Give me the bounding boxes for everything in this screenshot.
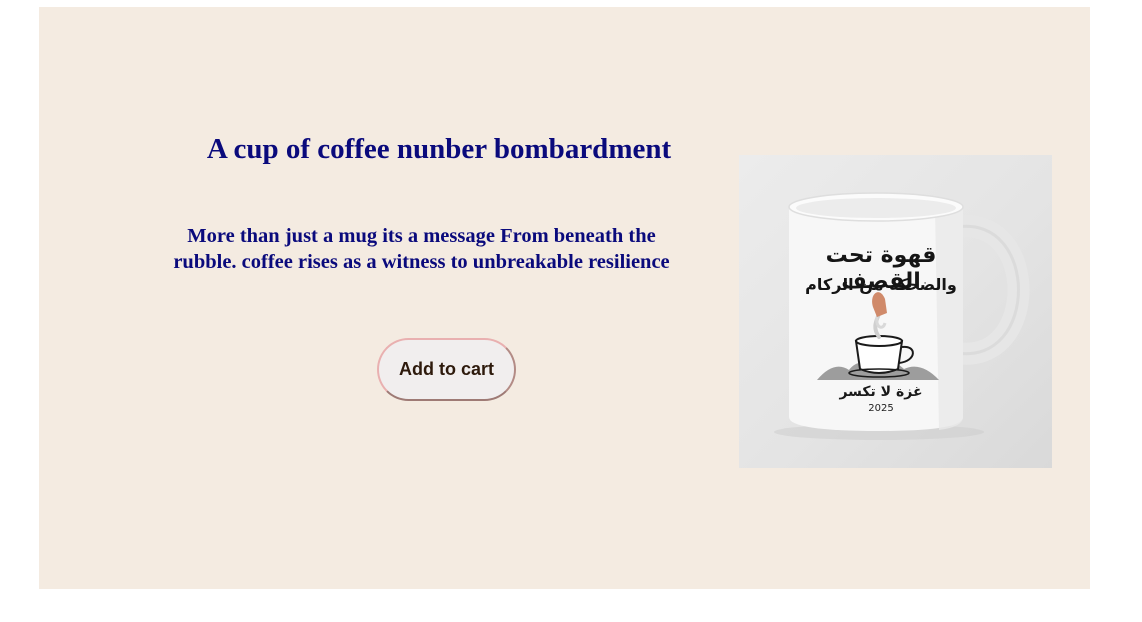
product-image: قهوة تحت القصف والضحكة من الركام غزة لا …: [739, 155, 1052, 468]
mug-print-year: 2025: [868, 403, 894, 414]
product-card: A cup of coffee nunber bombardment More …: [39, 7, 1090, 589]
mug-print-line3: غزة لا تكسر: [839, 384, 923, 400]
product-title: A cup of coffee nunber bombardment: [206, 133, 672, 165]
mug-print-line2: والضحكة من الركام: [805, 275, 957, 294]
mug-illustration: [774, 192, 1030, 440]
product-description: More than just a mug its a message From …: [173, 225, 670, 273]
add-to-cart-button[interactable]: Add to cart: [377, 338, 516, 401]
